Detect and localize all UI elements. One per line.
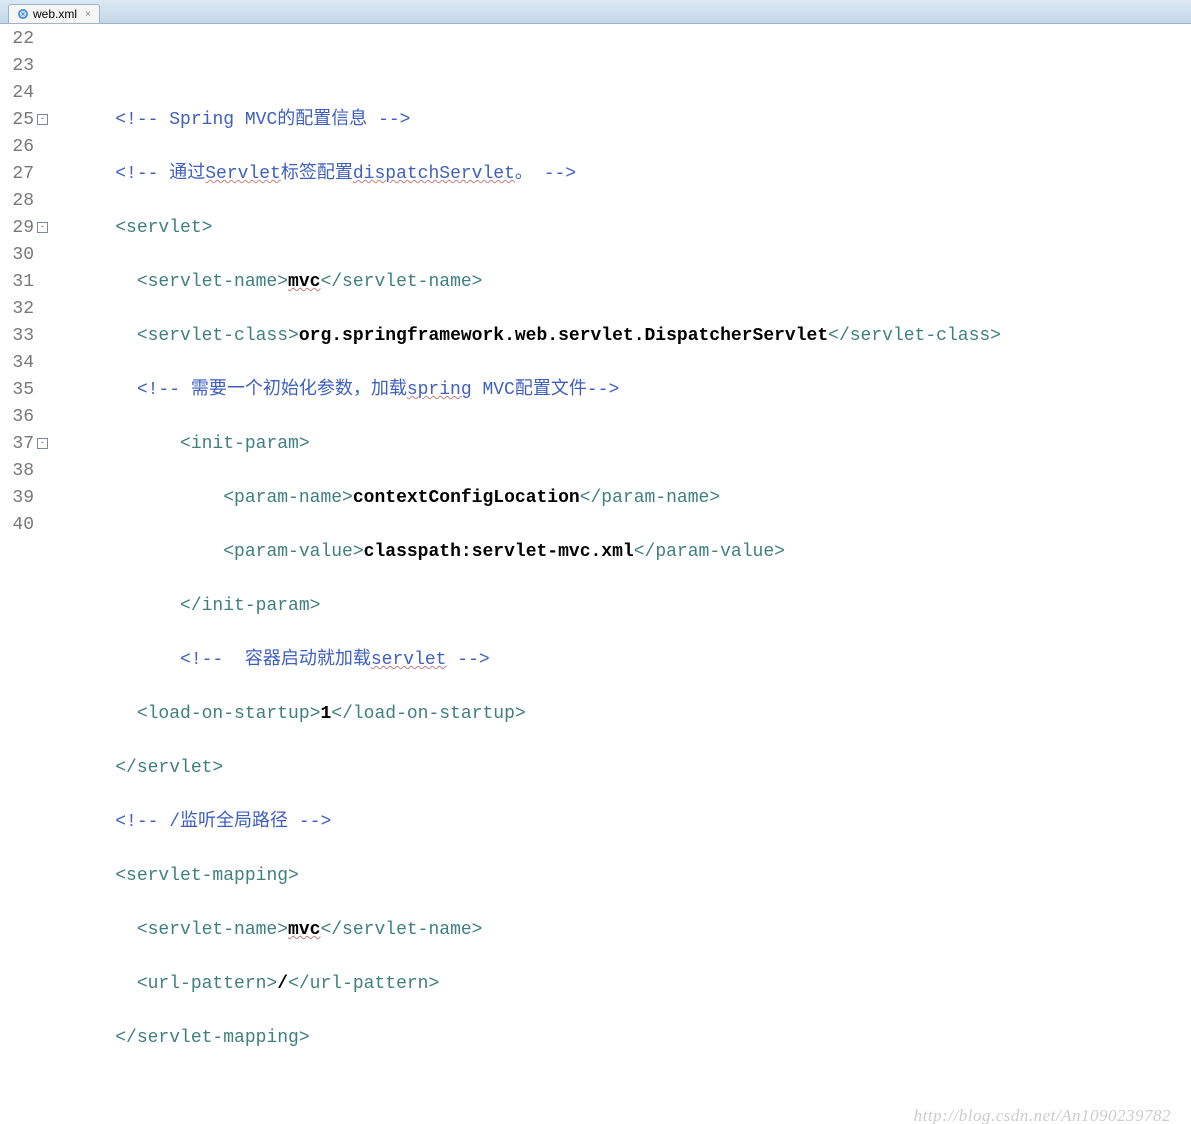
code-line: <url-pattern>/</url-pattern> bbox=[72, 971, 1191, 998]
line-number: 40 bbox=[4, 512, 34, 539]
line-number: 22 bbox=[4, 26, 34, 53]
code-line: <init-param> bbox=[72, 431, 1191, 458]
code-line: <!-- /监听全局路径 --> bbox=[72, 809, 1191, 836]
code-line: <servlet-name>mvc</servlet-name> bbox=[72, 917, 1191, 944]
code-line: </init-param> bbox=[72, 593, 1191, 620]
code-line: <!-- 容器启动就加载servlet --> bbox=[72, 647, 1191, 674]
code-line: <!-- 通过Servlet标签配置dispatchServlet。 --> bbox=[72, 161, 1191, 188]
code-line: <servlet> bbox=[72, 215, 1191, 242]
line-number: 28 bbox=[4, 188, 34, 215]
line-number: 30 bbox=[4, 242, 34, 269]
code-line: <servlet-mapping> bbox=[72, 863, 1191, 890]
code-area[interactable]: <!-- Spring MVC的配置信息 --> <!-- 通过Servlet标… bbox=[42, 24, 1191, 1124]
line-number: 24 bbox=[4, 80, 34, 107]
watermark-text: http://blog.csdn.net/An1090239782 bbox=[914, 1102, 1171, 1124]
line-number: 37- bbox=[4, 431, 34, 458]
code-line bbox=[72, 53, 1191, 80]
code-line: <servlet-name>mvc</servlet-name> bbox=[72, 269, 1191, 296]
code-editor[interactable]: 22232425-26272829-3031323334353637-38394… bbox=[0, 24, 1191, 1124]
code-line: <load-on-startup>1</load-on-startup> bbox=[72, 701, 1191, 728]
line-number: 33 bbox=[4, 323, 34, 350]
line-number: 23 bbox=[4, 53, 34, 80]
code-line: </servlet> bbox=[72, 755, 1191, 782]
code-line: <param-name>contextConfigLocation</param… bbox=[72, 485, 1191, 512]
xml-file-icon bbox=[17, 8, 29, 20]
code-line: </servlet-mapping> bbox=[72, 1025, 1191, 1052]
line-number: 38 bbox=[4, 458, 34, 485]
line-number: 32 bbox=[4, 296, 34, 323]
line-number: 36 bbox=[4, 404, 34, 431]
line-number: 31 bbox=[4, 269, 34, 296]
code-line: <!-- Spring MVC的配置信息 --> bbox=[72, 107, 1191, 134]
code-line: <!-- 需要一个初始化参数，加载spring MVC配置文件--> bbox=[72, 377, 1191, 404]
line-number: 35 bbox=[4, 377, 34, 404]
line-number: 27 bbox=[4, 161, 34, 188]
editor-tab-webxml[interactable]: web.xml × bbox=[8, 4, 100, 23]
line-number: 34 bbox=[4, 350, 34, 377]
line-number: 25- bbox=[4, 107, 34, 134]
line-number: 39 bbox=[4, 485, 34, 512]
close-icon[interactable]: × bbox=[85, 9, 91, 20]
tab-filename: web.xml bbox=[33, 7, 77, 21]
tab-bar: web.xml × bbox=[0, 0, 1191, 24]
line-number-gutter: 22232425-26272829-3031323334353637-38394… bbox=[0, 24, 42, 1124]
line-number: 26 bbox=[4, 134, 34, 161]
code-line: <servlet-class>org.springframework.web.s… bbox=[72, 323, 1191, 350]
line-number: 29- bbox=[4, 215, 34, 242]
